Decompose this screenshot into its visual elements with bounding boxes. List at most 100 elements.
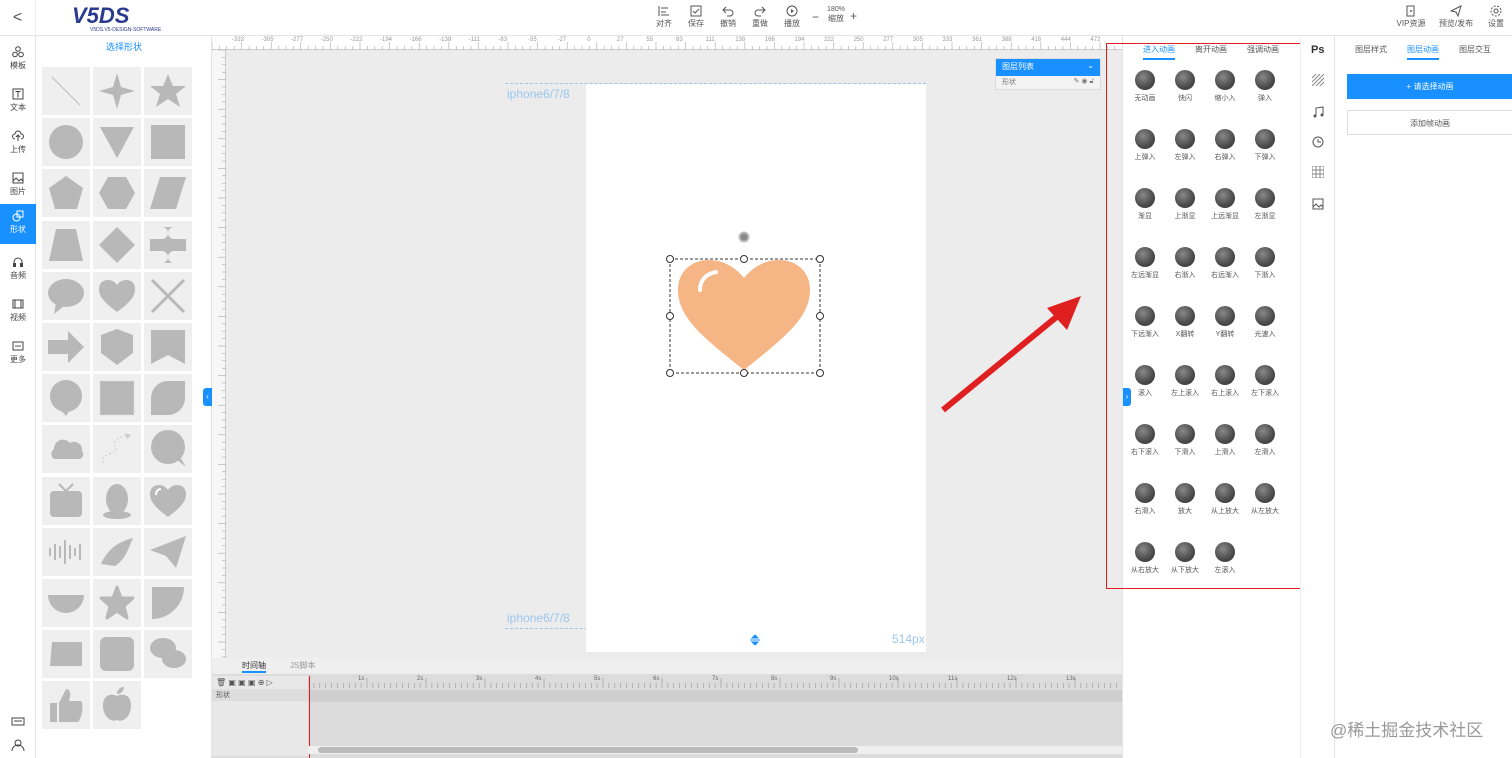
align-button[interactable]: 对齐 — [650, 5, 678, 29]
vip-button[interactable]: VIP资源 — [1396, 5, 1426, 29]
shape-panel: 选择形状 — [36, 36, 212, 758]
nav-template[interactable]: 模板 — [0, 40, 36, 80]
undo-label: 撤销 — [720, 19, 736, 28]
shape-item-penguin[interactable] — [93, 476, 141, 525]
selected-heart-shape[interactable] — [664, 228, 826, 380]
shape-item-cloud[interactable] — [42, 425, 90, 474]
shape-item-heart[interactable] — [93, 271, 141, 320]
timeline-ruler: 1s 2s 3s 4s 5s 6s 7s 8s 9s 10s 11s 12s 13s — [307, 676, 1122, 706]
shape-item-cross-plus[interactable] — [144, 220, 192, 269]
shape-item-quarter-circle[interactable] — [144, 579, 192, 627]
nav-more[interactable]: 更多 — [0, 334, 36, 374]
nav-shape[interactable]: 形状 — [0, 204, 36, 244]
shape-item-sound-wave[interactable] — [42, 527, 90, 576]
resize-handle-icon[interactable] — [748, 633, 762, 652]
timeline-controls[interactable]: 🗑︎ ▣ ▣ ▣ ⊕ ▷ — [212, 676, 308, 689]
shape-item-leaf[interactable] — [144, 374, 192, 423]
clock-icon[interactable] — [1312, 136, 1324, 148]
shape-item-shield[interactable] — [93, 323, 141, 371]
settings-button[interactable]: 设置 — [1482, 5, 1510, 29]
picture-icon[interactable] — [1312, 198, 1324, 210]
shape-item-triangle-down[interactable] — [93, 118, 141, 167]
layer-properties-panel: 图层样式 图层动画 图层交互 + 请选择动画 添加帧动画 — [1334, 36, 1512, 758]
layer-name: 形状 — [1002, 79, 1016, 86]
shape-item-banner[interactable] — [144, 323, 192, 371]
shape-item-arrow-right[interactable] — [42, 323, 90, 371]
layer-row[interactable]: 形状 ✎ ◉ 🔓︎ — [996, 76, 1100, 89]
tab-layer-style[interactable]: 图层样式 — [1355, 44, 1387, 55]
shape-item-trapezoid[interactable] — [42, 220, 90, 269]
back-button[interactable]: < — [0, 0, 36, 36]
tab-js-script[interactable]: JS脚本 — [290, 660, 315, 671]
shape-item-pentagon[interactable] — [42, 169, 90, 218]
nav-text[interactable]: 文本 — [0, 82, 36, 122]
nav-image[interactable]: 图片 — [0, 166, 36, 206]
tab-layer-interaction[interactable]: 图层交互 — [1459, 44, 1491, 55]
annotation-arrow — [941, 296, 1081, 413]
timeline-scrollbar[interactable] — [308, 746, 1122, 754]
shape-item-parallelogram[interactable] — [144, 169, 192, 218]
timeline-panel: 时间轴 JS脚本 🗑︎ ▣ ▣ ▣ ⊕ ▷ 形状 1s 2s 3s 4s 5s 6s 7s 8… — [212, 658, 1122, 758]
shape-item-rounded-square[interactable] — [93, 630, 141, 679]
shape-item-line[interactable] — [42, 67, 90, 115]
add-frame-animation-button[interactable]: 添加帧动画 — [1347, 110, 1512, 135]
pattern-icon[interactable] — [1312, 74, 1324, 86]
nav-label: 视频 — [10, 313, 26, 322]
shape-item-rounded-rect[interactable] — [42, 630, 90, 679]
shape-item-square[interactable] — [144, 118, 192, 167]
shape-item-heart-outline[interactable] — [144, 476, 192, 525]
shape-item-tv[interactable] — [42, 476, 90, 525]
shape-item-paper-plane[interactable] — [144, 527, 192, 576]
music-icon[interactable] — [1312, 106, 1324, 118]
shape-item-bird[interactable] — [93, 527, 141, 576]
shape-item-star5[interactable] — [144, 67, 192, 115]
headphones-icon — [13, 257, 23, 267]
shape-item-half-circle[interactable] — [42, 579, 90, 627]
zoom-out-button[interactable]: − — [812, 10, 819, 24]
shape-item-x-cross[interactable] — [144, 271, 192, 320]
select-animation-button[interactable]: + 请选择动画 — [1347, 74, 1512, 99]
redo-icon — [754, 6, 766, 17]
timeline-layer-name: 形状 — [216, 692, 230, 699]
tab-layer-animation[interactable]: 图层动画 — [1407, 44, 1439, 60]
shape-item-round-bubble[interactable] — [144, 425, 192, 474]
publish-button[interactable]: 预览/发布 — [1438, 5, 1474, 29]
chevron-down-icon[interactable]: ⌄ — [1087, 61, 1094, 74]
zoom-in-button[interactable]: + — [850, 9, 857, 23]
shape-item-circle-bubble[interactable] — [42, 374, 90, 423]
device-label-top: iphone6/7/8 — [507, 87, 570, 101]
collapse-left-panel-button[interactable]: ‹ — [203, 388, 212, 406]
shape-item-circle[interactable] — [42, 118, 90, 167]
more-icon — [12, 341, 24, 351]
ps-icon[interactable]: Ps — [1311, 44, 1324, 56]
layer-list-header[interactable]: 图层列表 ⌄ — [996, 59, 1100, 76]
shape-item-star-round[interactable] — [93, 579, 141, 627]
redo-button[interactable]: 重做 — [746, 5, 774, 29]
text-icon — [12, 88, 24, 100]
timeline-layer-row[interactable]: 形状 — [212, 689, 308, 701]
shape-item-wechat[interactable] — [144, 630, 192, 679]
nav-video[interactable]: 视频 — [0, 292, 36, 332]
tab-timeline[interactable]: 时间轴 — [242, 660, 266, 673]
heart-shape — [678, 260, 810, 370]
timeline-tick-label: 7s — [712, 676, 719, 682]
nav-upload[interactable]: 上传 — [0, 124, 36, 164]
shape-item-apple[interactable] — [93, 681, 141, 730]
undo-button[interactable]: 撤销 — [714, 5, 742, 29]
shape-item-thumbs-up[interactable] — [42, 681, 90, 730]
shape-item-star4[interactable] — [93, 67, 141, 115]
shape-item-curve-arrow[interactable] — [93, 425, 141, 474]
nav-audio[interactable]: 音频 — [0, 250, 36, 290]
shape-item-stamp[interactable] — [93, 374, 141, 423]
layer-actions[interactable]: ✎ ◉ 🔓︎ — [1074, 77, 1094, 88]
timeline-tabs: 时间轴 JS脚本 — [212, 658, 1122, 674]
save-button[interactable]: 保存 — [682, 5, 710, 29]
play-button[interactable]: 播放 — [778, 5, 806, 29]
shape-item-diamond[interactable] — [93, 220, 141, 269]
grid-icon[interactable] — [1312, 166, 1324, 178]
keyboard-icon[interactable] — [11, 714, 25, 732]
zoom-value: 180% — [827, 6, 845, 13]
user-icon[interactable] — [11, 738, 25, 757]
shape-item-speech-bubble[interactable] — [42, 271, 90, 320]
shape-item-hexagon[interactable] — [93, 169, 141, 218]
